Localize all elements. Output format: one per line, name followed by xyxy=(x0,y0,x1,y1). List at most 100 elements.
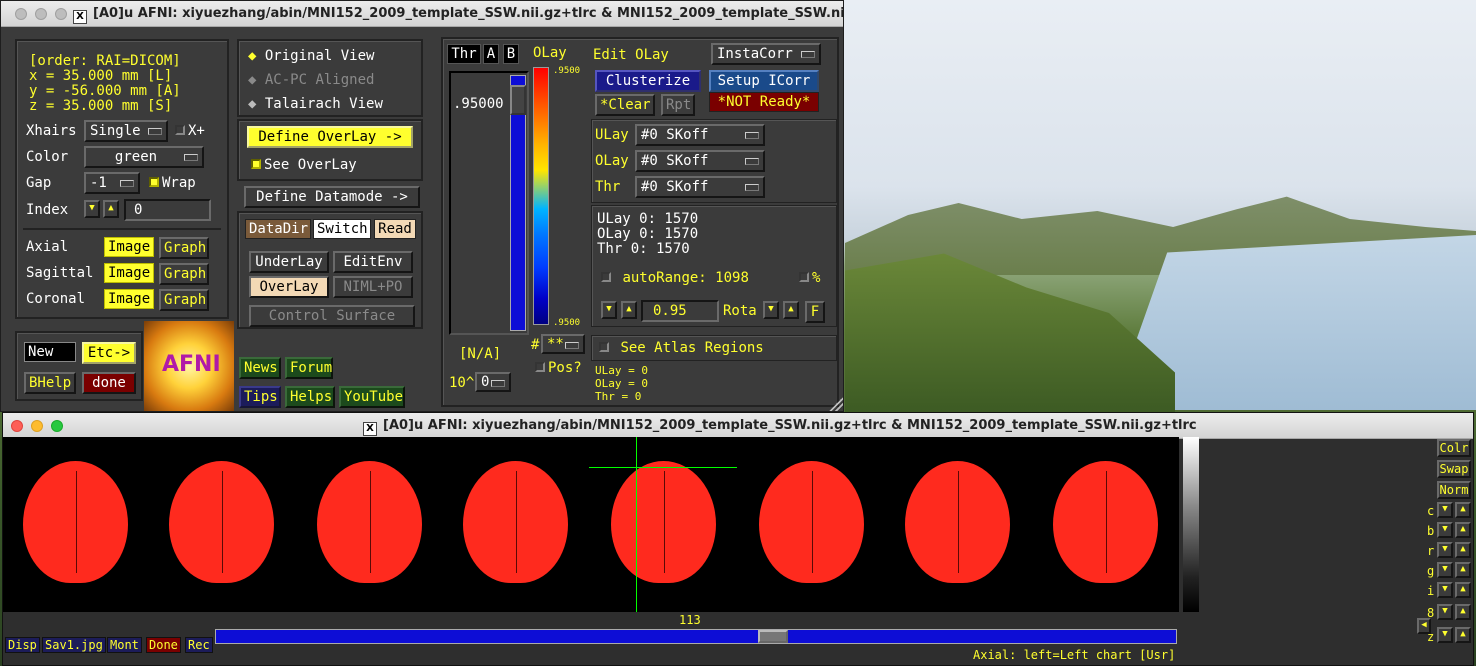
flip-button[interactable]: F xyxy=(805,301,825,323)
editenv-button[interactable]: EditEnv xyxy=(333,251,413,273)
diamond-selected-icon: ◆ xyxy=(248,48,257,64)
sav1-button[interactable]: Sav1.jpg xyxy=(42,637,106,653)
done-image-button[interactable]: Done xyxy=(146,637,181,653)
thr-subbrick-select[interactable]: #0 SKoff xyxy=(635,176,765,198)
z-up-button[interactable]: ▲ xyxy=(1455,627,1471,643)
switch-button[interactable]: Switch xyxy=(313,219,371,239)
index-field[interactable]: 0 xyxy=(124,199,211,221)
mont-button[interactable]: Mont xyxy=(107,637,142,653)
b-down-button[interactable]: ▼ xyxy=(1437,522,1453,538)
colr-button[interactable]: Colr xyxy=(1437,439,1471,457)
c-down-button[interactable]: ▼ xyxy=(1437,502,1453,518)
afni-logo[interactable]: AFNI xyxy=(144,321,234,411)
eight-up-button[interactable]: ▲ xyxy=(1455,604,1471,620)
see-atlas-toggle[interactable]: See Atlas Regions xyxy=(599,340,764,356)
r-down-button[interactable]: ▼ xyxy=(1437,542,1453,558)
axial-image-button[interactable]: Image xyxy=(104,237,154,257)
norm-button[interactable]: Norm xyxy=(1437,481,1471,499)
etc-button[interactable]: Etc-> xyxy=(82,342,136,364)
a-tab[interactable]: A xyxy=(483,44,499,64)
gap-select[interactable]: -1 xyxy=(84,172,140,194)
range-up-button[interactable]: ▲ xyxy=(621,301,637,319)
tips-button[interactable]: Tips xyxy=(239,386,281,408)
eight-down-button[interactable]: ▼ xyxy=(1437,604,1453,620)
define-datamode-button[interactable]: Define Datamode -> xyxy=(244,186,420,208)
pan-arrow-button[interactable]: ◀ xyxy=(1417,618,1431,634)
b-tab[interactable]: B xyxy=(503,44,519,64)
color-label: Color xyxy=(26,149,69,165)
clear-button[interactable]: *Clear xyxy=(595,94,655,116)
autorange-toggle[interactable]: autoRange: 1098 xyxy=(601,270,749,286)
threshold-slider-thumb[interactable] xyxy=(510,85,526,115)
pos-toggle[interactable]: Pos? xyxy=(535,360,582,376)
close-window-button[interactable] xyxy=(11,420,23,432)
rota-up-button[interactable]: ▲ xyxy=(783,301,799,319)
exponent-select[interactable]: 0 xyxy=(475,372,511,392)
i-up-button[interactable]: ▲ xyxy=(1455,582,1471,598)
slice-slider-thumb[interactable] xyxy=(757,630,788,643)
range-value-field[interactable]: 0.95 xyxy=(641,300,719,322)
talairach-view-radio[interactable]: ◆ Talairach View xyxy=(248,96,383,112)
zoom-window-button[interactable] xyxy=(51,420,63,432)
minimize-window-button[interactable] xyxy=(31,420,43,432)
instacorr-menu[interactable]: InstaCorr xyxy=(711,43,821,65)
overlay-button[interactable]: OverLay xyxy=(249,276,329,298)
index-up-button[interactable]: ▲ xyxy=(103,200,119,218)
close-window-button[interactable] xyxy=(15,8,27,20)
i-down-button[interactable]: ▼ xyxy=(1437,582,1453,598)
threshold-value: .95000 xyxy=(453,96,504,112)
ulay-subbrick-select[interactable]: #0 SKoff xyxy=(635,124,765,146)
read-button[interactable]: Read xyxy=(374,219,416,239)
zoom-window-button[interactable] xyxy=(55,8,67,20)
see-overlay-toggle[interactable]: See OverLay xyxy=(251,157,357,173)
underlay-button[interactable]: UnderLay xyxy=(249,251,329,273)
swap-button[interactable]: Swap xyxy=(1437,460,1471,478)
resize-grip-icon[interactable] xyxy=(829,397,843,411)
done-button[interactable]: done xyxy=(82,372,136,394)
xhair-color-select[interactable]: green xyxy=(84,146,204,168)
range-down-button[interactable]: ▼ xyxy=(601,301,617,319)
percent-toggle[interactable]: % xyxy=(799,270,820,286)
olay-colorbar[interactable] xyxy=(533,67,549,325)
define-overlay-button[interactable]: Define OverLay -> xyxy=(247,126,413,148)
image-titlebar[interactable]: X [A0]u AFNI: xiyuezhang/abin/MNI152_2009… xyxy=(3,413,1473,439)
xplus-toggle[interactable]: X+ xyxy=(175,123,205,139)
news-button[interactable]: News xyxy=(239,357,281,379)
z-down-button[interactable]: ▼ xyxy=(1437,627,1453,643)
y-coordinate[interactable]: y = -56.000 mm [A] xyxy=(29,83,181,99)
g-up-button[interactable]: ▲ xyxy=(1455,562,1471,578)
bhelp-button[interactable]: BHelp xyxy=(24,372,76,394)
helps-button[interactable]: Helps xyxy=(285,386,335,408)
index-down-button[interactable]: ▼ xyxy=(84,200,100,218)
axial-graph-button[interactable]: Graph xyxy=(159,237,209,259)
c-up-button[interactable]: ▲ xyxy=(1455,502,1471,518)
new-button[interactable]: New xyxy=(24,342,76,362)
wrap-toggle[interactable]: Wrap xyxy=(149,175,196,191)
r-up-button[interactable]: ▲ xyxy=(1455,542,1471,558)
sagittal-image-button[interactable]: Image xyxy=(104,263,154,283)
g-down-button[interactable]: ▼ xyxy=(1437,562,1453,578)
clusterize-button[interactable]: Clusterize xyxy=(595,70,701,92)
b-up-button[interactable]: ▲ xyxy=(1455,522,1471,538)
thr-tab[interactable]: Thr xyxy=(447,44,481,64)
coronal-graph-button[interactable]: Graph xyxy=(159,289,209,311)
rota-down-button[interactable]: ▼ xyxy=(763,301,779,319)
z-coordinate[interactable]: z = 35.000 mm [S] xyxy=(29,98,172,114)
image-canvas[interactable] xyxy=(3,437,1179,612)
minimize-window-button[interactable] xyxy=(35,8,47,20)
intensity-bar[interactable] xyxy=(1183,437,1199,612)
coronal-image-button[interactable]: Image xyxy=(104,289,154,309)
slice-slider-track[interactable] xyxy=(215,629,1177,644)
xhairs-select[interactable]: Single xyxy=(84,120,168,142)
ncolors-select[interactable]: ** xyxy=(541,334,585,354)
setup-icorr-button[interactable]: Setup ICorr xyxy=(709,70,819,92)
forum-button[interactable]: Forum xyxy=(285,357,333,379)
controller-titlebar[interactable]: X [A0]u AFNI: xiyuezhang/abin/MNI152_2009… xyxy=(1,1,843,27)
youtube-button[interactable]: YouTube xyxy=(339,386,405,408)
disp-button[interactable]: Disp xyxy=(5,637,40,653)
x-coordinate[interactable]: x = 35.000 mm [L] xyxy=(29,68,172,84)
olay-subbrick-select[interactable]: #0 SKoff xyxy=(635,150,765,172)
original-view-radio[interactable]: ◆ Original View xyxy=(248,48,374,64)
rec-button[interactable]: Rec xyxy=(185,637,213,653)
sagittal-graph-button[interactable]: Graph xyxy=(159,263,209,285)
